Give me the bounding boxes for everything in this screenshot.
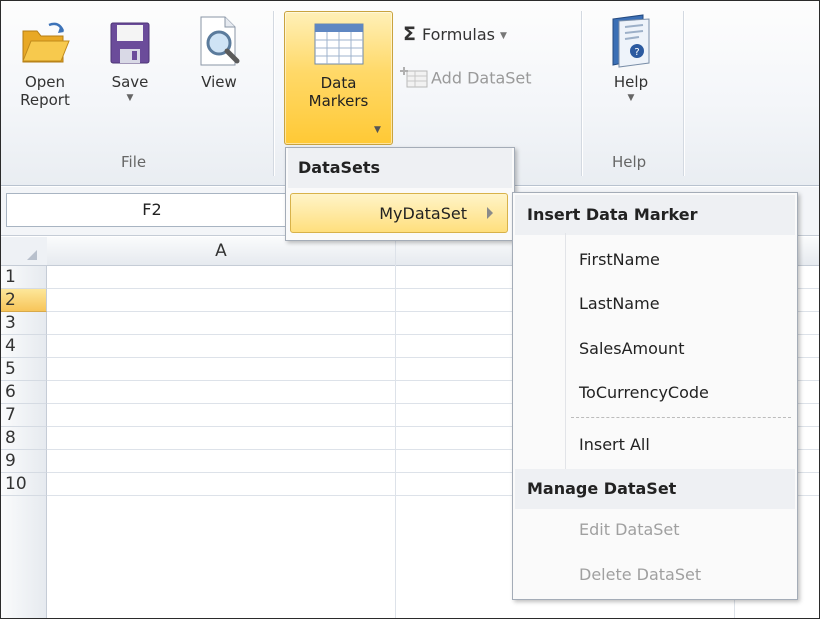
row-header[interactable]: 4 [1,335,47,358]
select-all-corner[interactable] [1,237,48,266]
open-report-button[interactable]: Open Report [17,11,73,109]
row-header[interactable]: 9 [1,450,47,473]
help-group-label: Help [612,153,647,171]
row-header[interactable]: 6 [1,381,47,404]
chevron-down-icon: ▼ [500,30,507,41]
menu-item-delete-dataset[interactable]: Delete DataSet [579,565,701,584]
menu-item-insert-all[interactable]: Insert All [579,435,650,454]
help-book-icon: ? [612,14,650,68]
column-header-a[interactable]: A [47,237,396,266]
insert-data-marker-header: Insert Data Marker [515,195,795,235]
manage-dataset-header: Manage DataSet [515,469,795,509]
row-header[interactable]: 5 [1,358,47,381]
view-button[interactable]: View [191,11,247,91]
row-header[interactable]: 8 [1,427,47,450]
row-header[interactable]: 7 [1,404,47,427]
menu-item-mydataset[interactable]: MyDataSet [290,193,508,233]
data-markers-label: Data Markers [308,74,369,110]
menu-gutter [565,233,566,469]
row-header-filler [1,496,47,618]
dataset-submenu: Insert Data Marker FirstName LastName Sa… [512,192,798,600]
add-table-icon [400,67,428,88]
menu-item-lastname[interactable]: LastName [579,294,660,313]
folder-open-icon [22,22,70,63]
open-report-label: Open Report [20,73,70,109]
add-dataset-button[interactable]: Add DataSet [399,67,532,91]
datasets-menu: DataSets MyDataSet [285,147,515,241]
chevron-down-icon: ▼ [126,93,134,103]
chevron-down-icon: ▼ [627,93,635,103]
mydataset-label: MyDataSet [379,204,467,223]
row-header[interactable]: 10 [1,473,47,496]
group-separator [581,11,582,176]
menu-item-salesamount[interactable]: SalesAmount [579,339,684,358]
svg-text:?: ? [634,47,639,58]
formulas-label: Formulas [421,25,496,44]
name-box[interactable]: F2 [6,193,298,227]
data-markers-button[interactable]: Data Markers ▼ [284,11,393,145]
chevron-right-icon [487,207,493,219]
menu-item-firstname[interactable]: FirstName [579,250,660,269]
table-grid-icon [314,23,363,65]
help-label: Help [613,73,649,91]
file-group-label: File [121,153,147,171]
formulas-button[interactable]: Σ Formulas ▼ [403,23,507,45]
triangle-icon [27,250,37,260]
sigma-icon: Σ [403,23,416,45]
group-separator [273,11,274,176]
menu-item-tocurrencycode[interactable]: ToCurrencyCode [579,383,709,402]
menu-item-edit-dataset[interactable]: Edit DataSet [579,520,680,539]
chevron-down-icon: ▼ [374,125,381,135]
add-dataset-label: Add DataSet [431,68,532,88]
application-window: Open Report Save ▼ View File Data Marker… [0,0,820,619]
magnifier-document-icon [200,16,240,66]
floppy-disk-icon [110,22,150,64]
datasets-menu-header: DataSets [288,148,512,188]
row-header[interactable]: 3 [1,312,47,335]
save-button[interactable]: Save ▼ [107,11,153,105]
menu-separator [571,417,791,418]
row-header-selected[interactable]: 2 [1,289,47,312]
help-button[interactable]: ? Help ▼ [599,11,663,105]
view-label: View [201,73,237,91]
group-separator [683,11,684,176]
save-label: Save [111,73,149,91]
row-header[interactable]: 1 [1,266,47,289]
